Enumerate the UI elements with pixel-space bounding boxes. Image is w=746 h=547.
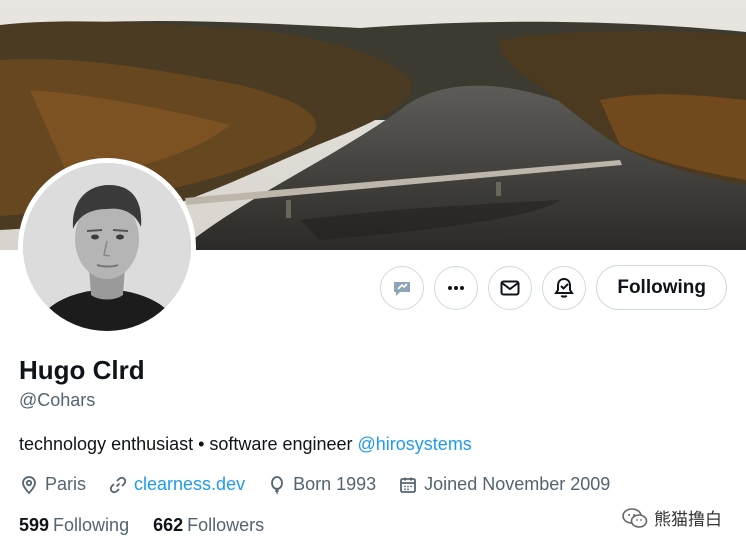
more-button[interactable] bbox=[434, 265, 479, 310]
calendar-icon bbox=[400, 477, 417, 493]
avatar-image bbox=[23, 163, 191, 331]
location-item: Paris bbox=[19, 474, 86, 495]
link-icon bbox=[109, 476, 127, 493]
birthday-item: Born 1993 bbox=[267, 474, 376, 495]
message-button[interactable] bbox=[488, 265, 533, 310]
profile-avatar[interactable] bbox=[18, 158, 196, 336]
bio-text: technology enthusiast • software enginee… bbox=[19, 434, 358, 454]
followers-count: 662 bbox=[153, 515, 184, 535]
born-text: Born 1993 bbox=[293, 474, 377, 494]
following-button[interactable]: Following bbox=[596, 265, 727, 310]
following-count: 599 bbox=[19, 515, 50, 535]
more-icon bbox=[448, 285, 465, 290]
joined-item: Joined November 2009 bbox=[398, 474, 610, 495]
location-pin-icon bbox=[22, 475, 36, 494]
wechat-icon bbox=[622, 507, 648, 528]
watermark-text: 熊猫撸白 bbox=[654, 510, 722, 529]
profile-stats: 599 Following 662 Followers bbox=[19, 515, 288, 536]
joined-text: Joined November 2009 bbox=[424, 474, 611, 494]
notification-bell-icon bbox=[554, 277, 575, 298]
grok-button[interactable] bbox=[380, 265, 425, 310]
message-icon bbox=[500, 280, 520, 295]
followers-stat[interactable]: 662 Followers bbox=[153, 515, 264, 536]
notification-button[interactable] bbox=[542, 265, 587, 310]
profile-display-name: Hugo Clrd bbox=[19, 355, 145, 385]
following-label: Following bbox=[53, 515, 130, 535]
profile-actions: Following bbox=[380, 265, 727, 310]
website-item: clearness.dev bbox=[108, 474, 245, 495]
watermark: 熊猫撸白 bbox=[622, 505, 722, 530]
profile-meta: Paris clearness.dev Born 1993 Joined Nov… bbox=[19, 474, 632, 495]
following-stat[interactable]: 599 Following bbox=[19, 515, 129, 536]
bio-mention-link[interactable]: @hirosystems bbox=[358, 434, 472, 454]
website-link[interactable]: clearness.dev bbox=[134, 474, 245, 495]
profile-bio: technology enthusiast • software enginee… bbox=[19, 434, 472, 455]
balloon-icon bbox=[271, 475, 283, 494]
followers-label: Followers bbox=[187, 515, 265, 535]
profile-handle: @Cohars bbox=[19, 390, 96, 410]
location-text: Paris bbox=[45, 474, 87, 494]
grok-icon bbox=[394, 281, 411, 296]
